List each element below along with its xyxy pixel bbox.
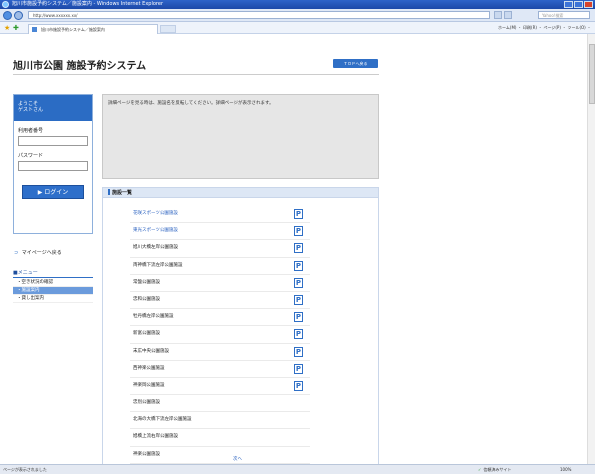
tab-current[interactable]: 旭川市施設予約システム／施設案内 — [28, 24, 158, 34]
security-zone: ✓ 信頼済みサイト — [478, 465, 511, 474]
password-label: パスワード — [18, 153, 44, 159]
search-input[interactable]: Yahoo!検索 — [538, 11, 590, 19]
facility-name[interactable]: 北海の大橋下流左岸公園施設 — [133, 417, 192, 422]
vertical-scrollbar[interactable] — [587, 34, 595, 464]
facility-name[interactable]: 常盤公園施設 — [133, 280, 160, 285]
side-menu: ■メニュー ・空き状況の確認 ・施設案内 ・貸し出案内 — [13, 269, 93, 303]
user-id-input[interactable] — [18, 136, 88, 146]
parking-p-icon[interactable]: P — [294, 329, 303, 340]
minimize-button[interactable] — [564, 1, 573, 8]
facility-panel: 施設一覧 花咲スポーツ公園施設 P 東光スポーツ公園施設 P 旭川大橋左岸公園施設 P 両神… — [102, 187, 379, 464]
facility-row[interactable]: 東光スポーツ公園施設 P — [130, 223, 310, 241]
login-greeting: ようこそ ゲストさん — [14, 95, 92, 121]
parking-p-icon[interactable]: P — [294, 346, 303, 357]
close-button[interactable] — [584, 1, 593, 8]
facility-name[interactable]: 忠別公園施設 — [133, 400, 160, 405]
notice-box: 詳細ページを見る時は、施設名を反転してください。詳細ページが表示されます。 — [102, 94, 379, 179]
facility-row[interactable]: 新富公園施設 P — [130, 326, 310, 344]
window-title: 旭川市施設予約システム／施設案内 - Windows Internet Expl… — [12, 1, 164, 7]
address-actions — [494, 11, 534, 19]
check-icon: ✓ — [478, 467, 482, 472]
facility-row[interactable]: 両神橋下流左岸公園施設 P — [130, 258, 310, 275]
facility-name[interactable]: 両神橋下流左岸公園施設 — [133, 263, 183, 268]
tab-title: 旭川市施設予約システム／施設案内 — [41, 27, 105, 32]
security-zone-label: 信頼済みサイト — [483, 467, 512, 472]
facility-name[interactable]: 西神楽公園施設 — [133, 366, 165, 371]
parking-p-icon[interactable]: P — [294, 277, 303, 288]
facility-name[interactable]: 東光スポーツ公園施設 — [133, 228, 178, 233]
facility-row[interactable]: 常盤公園施設 P — [130, 275, 310, 292]
facility-name[interactable]: 旭川大橋左岸公園施設 — [133, 245, 178, 250]
heading-bar-icon — [108, 189, 110, 195]
command-bar[interactable]: ホーム(M) ・ 印刷(R) ・ ページ(P) ・ ツール(O) ・ — [498, 24, 591, 32]
next-page-link[interactable]: 次へ — [233, 456, 242, 462]
favorites-star-icon[interactable]: ★ — [4, 24, 10, 32]
user-id-label: 利用者番号 — [18, 128, 44, 134]
scrollbar-thumb[interactable] — [589, 44, 595, 104]
top-button[interactable]: ＴＯＰへ戻る — [333, 59, 378, 68]
mypage-link[interactable]: ⊃ マイページへ戻る — [14, 249, 62, 256]
login-button[interactable]: ▶ ログイン — [22, 185, 84, 199]
facility-list: 花咲スポーツ公園施設 P 東光スポーツ公園施設 P 旭川大橋左岸公園施設 P 両神橋下流左岸… — [130, 206, 310, 464]
address-bar: http://www.xxxxxx.xx/ Yahoo!検索 — [0, 9, 595, 22]
title-divider — [13, 74, 379, 75]
url-input[interactable]: http://www.xxxxxx.xx/ — [28, 11, 490, 19]
facility-name[interactable]: 神楽公園施設 — [133, 452, 160, 457]
facility-row[interactable]: 西神楽公園施設 P — [130, 361, 310, 378]
menu-item-facility-guide[interactable]: ・施設案内 — [13, 287, 93, 295]
ie-icon — [2, 1, 9, 8]
facility-row[interactable]: 北海の大橋下流左岸公園施設 — [130, 412, 310, 430]
page-icon — [32, 27, 37, 32]
facility-row[interactable]: 忠和公園施設 P — [130, 292, 310, 310]
facility-row[interactable]: 末広中央公園施設 P — [130, 344, 310, 361]
parking-p-icon[interactable]: P — [294, 312, 303, 323]
facility-row[interactable]: 旭橋上流右岸公園施設 — [130, 429, 310, 447]
facility-name[interactable]: 忠和公園施設 — [133, 297, 160, 302]
refresh-icon[interactable] — [494, 11, 502, 19]
parking-p-icon[interactable]: P — [294, 294, 303, 305]
facility-name[interactable]: 花咲スポーツ公園施設 — [133, 211, 178, 216]
page-viewport: 旭川市公園 施設予約システム ＴＯＰへ戻る ようこそ ゲストさん 利用者番号 パ… — [0, 34, 595, 464]
new-tab-button[interactable] — [160, 25, 176, 33]
page-title: 旭川市公園 施設予約システム — [13, 61, 147, 72]
facility-name[interactable]: 神楽岡公園施設 — [133, 383, 165, 388]
parking-p-icon[interactable]: P — [294, 380, 303, 391]
back-icon[interactable] — [3, 11, 12, 20]
add-favorite-icon[interactable]: ✚ — [13, 24, 19, 32]
window-titlebar: 旭川市施設予約システム／施設案内 - Windows Internet Expl… — [0, 0, 595, 9]
zoom-level[interactable]: 100% — [560, 465, 571, 474]
greeting-line2: ゲストさん — [18, 107, 44, 113]
facility-name[interactable]: 牡丹橋左岸公園施設 — [133, 314, 174, 319]
forward-icon[interactable] — [14, 11, 23, 20]
menu-item-rental-guide[interactable]: ・貸し出案内 — [13, 295, 93, 303]
facility-row[interactable]: 忠別公園施設 — [130, 395, 310, 413]
facility-heading-label: 施設一覧 — [112, 190, 133, 196]
parking-p-icon[interactable]: P — [294, 209, 303, 219]
facility-name[interactable]: 旭橋上流右岸公園施設 — [133, 434, 178, 439]
maximize-button[interactable] — [574, 1, 583, 8]
facility-row[interactable]: 花咲スポーツ公園施設 P — [130, 206, 310, 224]
facility-row[interactable]: 神楽公園施設 — [130, 447, 310, 464]
facility-name[interactable]: 末広中央公園施設 — [133, 349, 169, 354]
facility-row[interactable]: 牡丹橋左岸公園施設 P — [130, 309, 310, 327]
window-controls — [564, 1, 593, 8]
facility-row[interactable]: 神楽岡公園施設 P — [130, 378, 310, 396]
stop-icon[interactable] — [504, 11, 512, 19]
parking-p-icon[interactable]: P — [294, 226, 303, 237]
arrow-right-icon: ⊃ — [14, 250, 19, 256]
parking-p-icon[interactable]: P — [294, 260, 303, 271]
status-text: ページが表示されました — [3, 467, 47, 472]
tab-bar: ★ ✚ 旭川市施設予約システム／施設案内 ホーム(M) ・ 印刷(R) ・ ペー… — [0, 22, 595, 34]
status-bar: ページが表示されました ✓ 信頼済みサイト 100% — [0, 464, 595, 474]
login-panel: ようこそ ゲストさん 利用者番号 パスワード ▶ ログイン — [13, 94, 93, 234]
menu-item-availability[interactable]: ・空き状況の確認 — [13, 279, 93, 287]
mypage-link-label: マイページへ戻る — [21, 250, 62, 256]
password-input[interactable] — [18, 161, 88, 171]
menu-heading: ■メニュー — [13, 269, 93, 278]
facility-heading: 施設一覧 — [103, 188, 378, 198]
facility-row[interactable]: 旭川大橋左岸公園施設 P — [130, 240, 310, 258]
parking-p-icon[interactable]: P — [294, 363, 303, 374]
parking-p-icon[interactable]: P — [294, 243, 303, 254]
facility-name[interactable]: 新富公園施設 — [133, 331, 160, 336]
